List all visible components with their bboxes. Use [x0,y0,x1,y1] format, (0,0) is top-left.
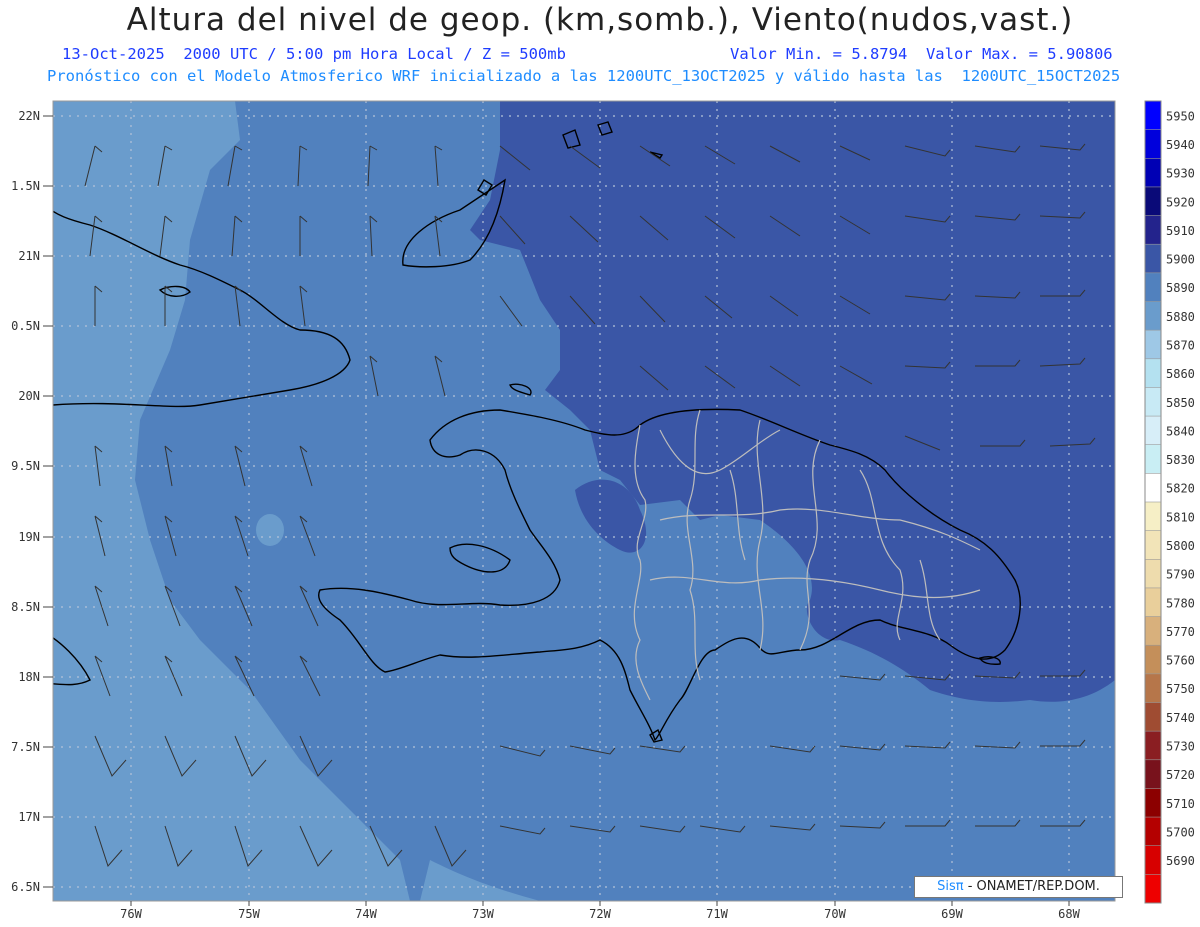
colorbar-label: 5770 [1166,625,1195,639]
colorbar-swatch [1145,587,1161,618]
colorbar-swatch [1145,788,1161,818]
colorbar-label: 5710 [1166,797,1195,811]
colorbar-label: 5720 [1166,768,1195,782]
field-low-spot [256,514,284,546]
lon-label: 71W [706,907,728,921]
lat-label: 1.5N [11,179,40,193]
colorbar-label: 5940 [1166,138,1195,152]
colorbar-label: 5900 [1166,253,1195,267]
sispi-logo: Sisπ [937,879,964,894]
colorbar-swatch [1145,416,1161,446]
colorbar-label: 5740 [1166,711,1195,725]
colorbar-swatch [1145,645,1161,675]
colorbar-label: 5700 [1166,825,1195,839]
colorbar-swatch [1145,559,1161,589]
lat-label: 7.5N [11,740,40,754]
geopotential-map: 22N 1.5N 21N 0.5N 20N 9.5N 19N 8.5N 18N … [11,100,1195,921]
colorbar-swatch [1145,301,1161,331]
colorbar-label: 5910 [1166,224,1195,238]
lat-label: 19N [18,530,40,544]
lon-label: 69W [941,907,963,921]
lon-label: 70W [824,907,846,921]
colorbar-swatch [1145,702,1161,732]
colorbar-swatch [1145,358,1161,388]
colorbar-swatch [1145,330,1161,360]
colorbar-label: 5810 [1166,510,1195,524]
lon-label: 74W [355,907,377,921]
colorbar-swatch [1145,530,1161,560]
colorbar-label: 5880 [1166,310,1195,324]
lon-label: 76W [120,907,142,921]
colorbar-swatch [1145,129,1161,159]
colorbar-label: 5760 [1166,654,1195,668]
colorbar-label: 5850 [1166,396,1195,410]
colorbar-label: 5830 [1166,453,1195,467]
lon-label: 72W [589,907,611,921]
longitude-axis: 76W 75W 74W 73W 72W 71W 70W 69W 68W [120,907,1080,921]
lon-label: 68W [1058,907,1080,921]
lon-label: 73W [472,907,494,921]
colorbar-label: 5820 [1166,482,1195,496]
colorbar-label: 5930 [1166,167,1195,181]
colorbar-swatch [1145,158,1161,188]
colorbar-label: 5840 [1166,424,1195,438]
colorbar: 5950 5940 5930 5920 5910 5900 5890 5880 5870 5860… [1144,100,1195,904]
credit-text: - ONAMET/REP.DOM. [967,879,1100,894]
colorbar-swatch [1145,616,1161,646]
lat-label: 20N [18,389,40,403]
lat-label: 8.5N [11,600,40,614]
colorbar-swatch [1145,874,1161,904]
colorbar-swatch [1145,244,1161,274]
colorbar-swatch [1145,817,1161,847]
colorbar-swatch [1145,673,1161,703]
colorbar-label: 5750 [1166,682,1195,696]
colorbar-swatch [1145,387,1161,417]
colorbar-label: 5860 [1166,367,1195,381]
lat-label: 21N [18,249,40,263]
longitude-ticks [130,901,1070,906]
colorbar-label: 5730 [1166,739,1195,753]
colorbar-label: 5920 [1166,195,1195,209]
colorbar-label: 5890 [1166,281,1195,295]
cuba-east-tip [53,405,54,406]
lat-label: 6.5N [11,880,40,894]
map-plot-area [53,101,1115,901]
credit-box: Sisπ - ONAMET/REP.DOM. [914,876,1123,898]
colorbar-label: 5780 [1166,596,1195,610]
lat-label: 0.5N [11,319,40,333]
colorbar-swatch [1145,759,1161,789]
colorbar-swatch [1145,444,1161,474]
lat-label: 9.5N [11,459,40,473]
colorbar-swatch [1145,731,1161,761]
colorbar-swatch [1145,845,1161,875]
colorbar-swatch [1145,101,1161,131]
colorbar-label: 5950 [1166,109,1195,123]
latitude-axis: 22N 1.5N 21N 0.5N 20N 9.5N 19N 8.5N 18N … [11,109,40,894]
lat-label: 18N [18,670,40,684]
colorbar-label: 5790 [1166,568,1195,582]
colorbar-label: 5800 [1166,539,1195,553]
lon-label: 75W [238,907,260,921]
lat-label: 22N [18,109,40,123]
colorbar-label: 5690 [1166,854,1195,868]
colorbar-swatch [1145,186,1161,217]
lat-label: 17N [18,810,40,824]
colorbar-swatch [1145,215,1161,245]
colorbar-swatch [1145,502,1161,532]
colorbar-swatch [1145,272,1161,302]
latitude-ticks [43,115,53,888]
colorbar-label: 5870 [1166,338,1195,352]
colorbar-swatch [1145,473,1161,503]
